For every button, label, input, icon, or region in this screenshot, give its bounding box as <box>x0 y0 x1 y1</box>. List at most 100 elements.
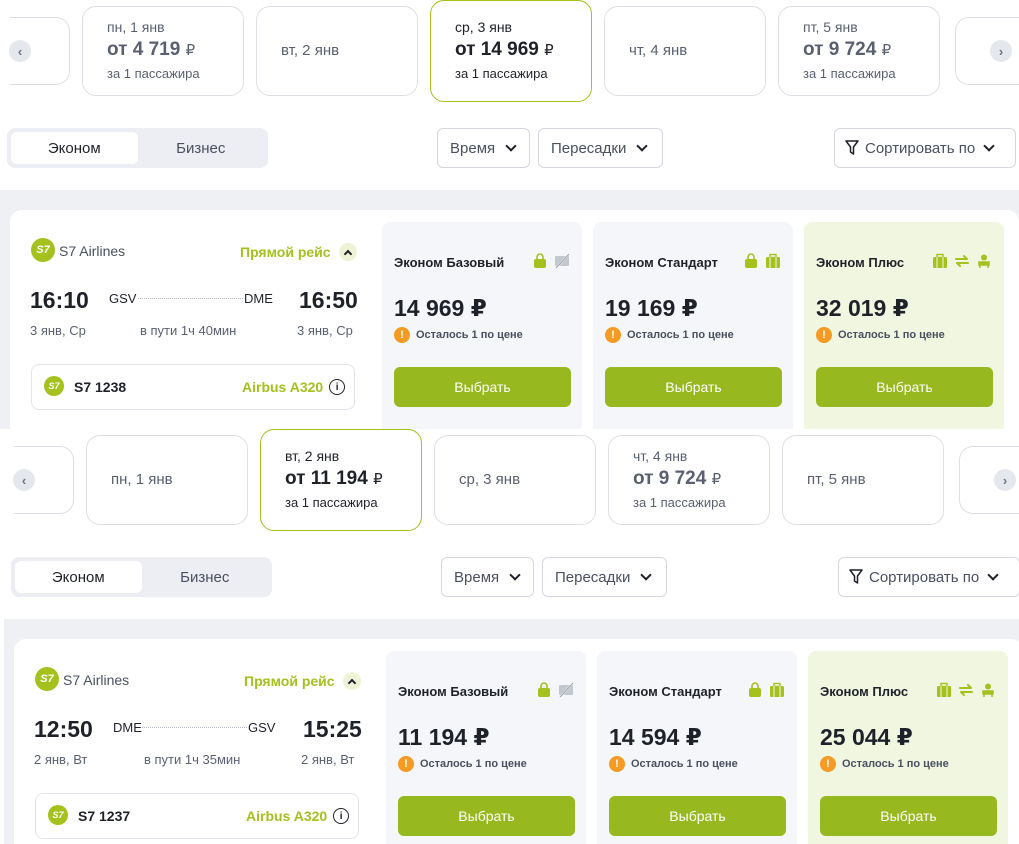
warning-icon: ! <box>609 756 625 772</box>
class-economy-tab[interactable]: Эконом <box>11 132 138 164</box>
fare-price: 14 594 ₽ <box>609 724 702 750</box>
time-filter-label: Время <box>454 568 500 586</box>
fare-price: 32 019 ₽ <box>816 295 909 321</box>
seats-left-text: Осталось 1 по цене <box>838 329 945 341</box>
sort-dropdown[interactable]: Сортировать по <box>838 557 1019 597</box>
seats-left-notice: ! Осталось 1 по цене <box>816 327 945 343</box>
class-business-tab[interactable]: Бизнес <box>142 561 269 593</box>
fare-card-3: Эконом Плюс 32 019 ₽! Осталось 1 по цене Вы… <box>804 222 1004 429</box>
seats-left-text: Осталось 1 по цене <box>627 329 734 341</box>
chevron-right-icon[interactable]: › <box>990 40 1012 62</box>
bag-icon[interactable] <box>743 253 759 269</box>
bag-icon[interactable] <box>532 253 548 269</box>
stops-filter-label: Пересадки <box>551 139 627 157</box>
no-change-icon[interactable] <box>554 253 570 269</box>
seat-icon[interactable] <box>980 682 996 698</box>
arrival-airport-code: GSV <box>248 720 276 735</box>
fare-features <box>532 253 570 269</box>
funnel-icon <box>849 569 863 584</box>
bag-icon[interactable] <box>536 682 552 698</box>
date-card[interactable]: ср, 3 янв <box>434 435 596 525</box>
select-fare-button[interactable]: Выбрать <box>609 796 786 836</box>
no-change-icon[interactable] <box>558 682 574 698</box>
suitcase-icon[interactable] <box>769 682 785 698</box>
stops-filter-dropdown[interactable]: Пересадки <box>542 557 667 597</box>
airline-name: S7 Airlines <box>63 672 130 688</box>
suitcase-icon[interactable] <box>932 253 948 269</box>
flight-card: S7 S7 Airlines Прямой рейс 12:50 DME GSV 15:25… <box>14 639 1019 844</box>
seats-left-text: Осталось 1 по цене <box>420 758 527 770</box>
chevron-up-icon <box>338 243 357 261</box>
date-card-price: от 9 724 ₽ <box>803 39 892 60</box>
arrival-time: 16:50 <box>299 287 358 313</box>
chevron-left-icon[interactable]: ‹ <box>9 40 31 62</box>
fare-name: Эконом Плюс <box>820 684 909 699</box>
date-card-day: пн, 1 янв <box>107 19 165 35</box>
info-icon[interactable]: i <box>329 379 346 395</box>
date-card[interactable]: чт, 4 янв от 9 724 ₽ за 1 пассажира <box>608 435 770 525</box>
fare-price: 25 044 ₽ <box>820 724 913 750</box>
aircraft-info[interactable]: Airbus A320 i <box>242 379 346 395</box>
flight-number: S7 1238 <box>74 379 127 395</box>
date-card[interactable]: пт, 5 янв от 9 724 ₽ за 1 пассажира <box>778 6 940 96</box>
departure-airport-code: DME <box>113 720 142 735</box>
suitcase-icon[interactable] <box>936 682 952 698</box>
time-filter-dropdown[interactable]: Время <box>441 557 534 597</box>
exchange-icon[interactable] <box>954 253 970 269</box>
select-fare-button[interactable]: Выбрать <box>394 367 571 407</box>
fare-features <box>932 253 992 269</box>
date-card-price: от 9 724 ₽ <box>633 468 722 489</box>
select-fare-button[interactable]: Выбрать <box>820 796 997 836</box>
stops-filter-dropdown[interactable]: Пересадки <box>538 128 663 168</box>
departure-time: 12:50 <box>34 716 93 742</box>
fare-price: 11 194 ₽ <box>398 724 490 750</box>
date-card-passenger: за 1 пассажира <box>455 66 548 81</box>
class-toggle: Эконом Бизнес <box>11 557 272 597</box>
date-card-price: от 4 719 ₽ <box>107 39 196 60</box>
warning-icon: ! <box>816 327 832 343</box>
date-card[interactable]: чт, 4 янв <box>604 6 766 96</box>
chevron-right-icon[interactable]: › <box>994 469 1016 491</box>
seats-left-notice: ! Осталось 1 по цене <box>605 327 734 343</box>
arrival-time: 15:25 <box>303 716 362 742</box>
date-card[interactable]: пт, 5 янв <box>782 435 944 525</box>
funnel-icon <box>845 140 859 155</box>
direct-flight-label: Прямой рейс <box>244 673 335 689</box>
info-icon[interactable]: i <box>333 808 350 824</box>
warning-icon: ! <box>820 756 836 772</box>
fare-name: Эконом Базовый <box>398 684 509 699</box>
chevron-down-icon <box>640 568 653 581</box>
date-card-day: ср, 3 янв <box>459 471 521 488</box>
direct-flight-toggle[interactable]: Прямой рейс <box>240 243 357 261</box>
select-fare-button[interactable]: Выбрать <box>816 367 993 407</box>
class-economy-tab[interactable]: Эконом <box>15 561 142 593</box>
date-card-passenger: за 1 пассажира <box>633 495 726 510</box>
date-card-selected[interactable]: вт, 2 янв от 11 194 ₽ за 1 пассажира <box>260 429 422 531</box>
suitcase-icon[interactable] <box>765 253 781 269</box>
fare-card-2: Эконом Стандарт 14 594 ₽! Осталось 1 по це… <box>597 651 797 844</box>
select-fare-button[interactable]: Выбрать <box>605 367 782 407</box>
sort-dropdown[interactable]: Сортировать по <box>834 128 1016 168</box>
seats-left-notice: ! Осталось 1 по цене <box>394 327 523 343</box>
flight-details-box: S7 S7 1238 Airbus A320 i <box>31 364 355 410</box>
fare-name: Эконом Плюс <box>816 255 905 270</box>
seat-icon[interactable] <box>976 253 992 269</box>
chevron-down-icon <box>983 139 995 152</box>
date-card[interactable]: пн, 1 янв <box>86 435 248 525</box>
departure-airport-code: GSV <box>109 291 137 306</box>
aircraft-info[interactable]: Airbus A320 i <box>246 808 350 824</box>
aircraft-type: Airbus A320 <box>242 379 324 395</box>
chevron-left-icon[interactable]: ‹ <box>13 469 35 491</box>
route-line <box>138 298 243 299</box>
date-card[interactable]: пн, 1 янв от 4 719 ₽ за 1 пассажира <box>82 6 244 96</box>
date-card-passenger: за 1 пассажира <box>107 66 200 81</box>
direct-flight-toggle[interactable]: Прямой рейс <box>244 672 361 690</box>
date-card-passenger: за 1 пассажира <box>285 495 378 510</box>
date-card-selected[interactable]: ср, 3 янв от 14 969 ₽ за 1 пассажира <box>430 0 592 102</box>
bag-icon[interactable] <box>747 682 763 698</box>
date-card[interactable]: вт, 2 янв <box>256 6 418 96</box>
exchange-icon[interactable] <box>958 682 974 698</box>
time-filter-dropdown[interactable]: Время <box>437 128 530 168</box>
select-fare-button[interactable]: Выбрать <box>398 796 575 836</box>
class-business-tab[interactable]: Бизнес <box>138 132 265 164</box>
